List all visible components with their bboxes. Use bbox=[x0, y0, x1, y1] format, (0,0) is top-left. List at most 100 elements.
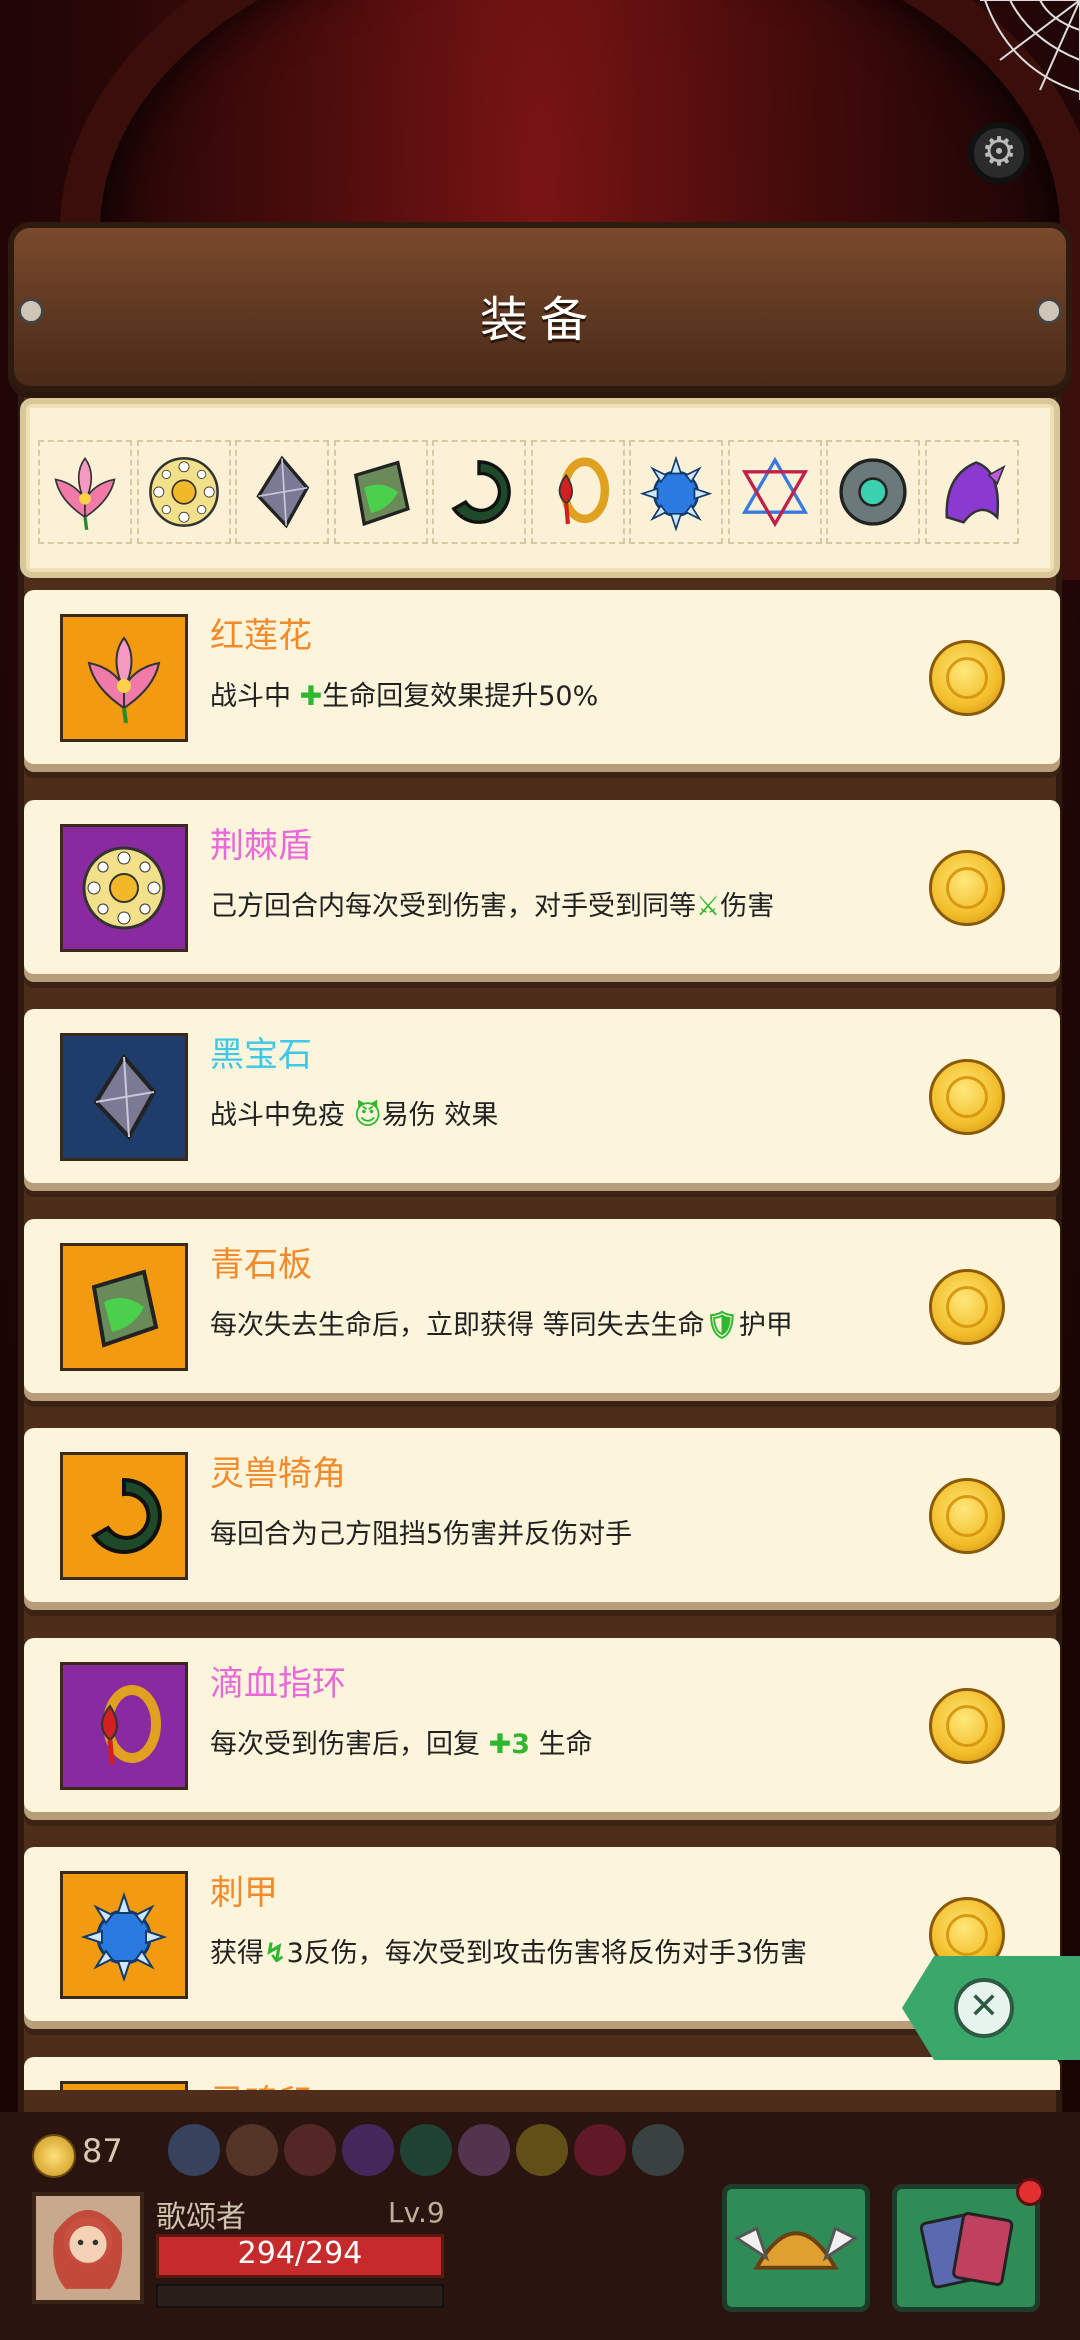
potion-icon[interactable] bbox=[632, 2124, 684, 2176]
list-item[interactable]: 灵魂印 bbox=[24, 2056, 1060, 2091]
equipment-description: 战斗中 ✚生命回复效果提升50% bbox=[210, 674, 598, 713]
mushroom-icon bbox=[458, 2124, 510, 2176]
equipment-description: 获得↯3反伤，每次受到攻击伤害将反伤对手3伤害 bbox=[210, 1931, 807, 1970]
desc-inline-icon: ⚔ bbox=[696, 890, 721, 922]
purple-hood-icon bbox=[945, 461, 1006, 524]
list-item[interactable]: 荆棘盾己方回合内每次受到伤害，对手受到同等⚔伤害 bbox=[24, 799, 1060, 976]
sell-coin-button[interactable] bbox=[929, 1268, 1005, 1345]
equipment-name: 红莲花 bbox=[210, 616, 312, 656]
cobweb-decoration bbox=[980, 0, 1080, 100]
strip-slot[interactable] bbox=[38, 440, 132, 544]
strip-slot[interactable] bbox=[136, 440, 231, 544]
settings-gear-icon[interactable]: ⚙ bbox=[968, 122, 1030, 184]
list-item[interactable]: 青石板 每次失去生命后，立即获得 等同失去生命🛡护甲 bbox=[24, 1218, 1060, 1395]
gold-coin-icon bbox=[32, 2134, 76, 2178]
strip-slot[interactable] bbox=[727, 440, 822, 544]
equipment-thumb bbox=[60, 1033, 188, 1161]
desc-text: 每回合为己方阻挡5伤害并反伤对手 bbox=[210, 1519, 633, 1550]
strip-slot[interactable] bbox=[333, 440, 428, 544]
sell-coin-button[interactable] bbox=[929, 1687, 1005, 1764]
equipment-name: 灵魂印 bbox=[210, 2075, 312, 2091]
spike-armor-icon bbox=[639, 455, 713, 532]
list-item[interactable]: 黑宝石战斗中免疫 😈易伤 效果 bbox=[24, 1009, 1060, 1185]
card-deck-button[interactable] bbox=[892, 2184, 1040, 2312]
desc-text: 伤害 bbox=[720, 890, 775, 922]
thorn-shield-icon bbox=[148, 457, 219, 527]
desc-inline-icon: ↯ bbox=[264, 1938, 287, 1969]
equipment-name: 刺甲 bbox=[210, 1873, 278, 1913]
list-item[interactable]: 红莲花战斗中 ✚生命回复效果提升50% bbox=[24, 590, 1060, 766]
equipment-name: 黑宝石 bbox=[210, 1035, 312, 1075]
cards-icon bbox=[919, 2212, 1014, 2289]
strip-slot[interactable] bbox=[924, 440, 1019, 544]
equipment-list[interactable]: 红莲花战斗中 ✚生命回复效果提升50% 荆棘盾己方回合内每次受到伤害，对手受到同等… bbox=[20, 590, 1060, 2090]
hp-text: 294/294 bbox=[237, 2236, 363, 2271]
equipment-description: 每次失去生命后，立即获得 等同失去生命🛡护甲 bbox=[210, 1303, 793, 1342]
blood-ring-icon bbox=[558, 457, 609, 525]
equipment-description: 每次受到伤害后，回复 ✚3 生命 bbox=[210, 1722, 593, 1761]
equipment-name: 滴血指环 bbox=[210, 1663, 346, 1704]
equipment-thumb bbox=[60, 614, 188, 742]
list-item[interactable]: 滴血指环每次受到伤害后，回复 ✚3 生命 bbox=[24, 1637, 1060, 1814]
sell-coin-button[interactable] bbox=[929, 1478, 1005, 1554]
desc-inline-icon: ✚3 bbox=[488, 1728, 531, 1760]
close-tab[interactable]: ✕ bbox=[902, 1956, 1080, 2060]
ring-icon bbox=[516, 2124, 568, 2176]
sell-coin-button[interactable] bbox=[929, 1059, 1005, 1135]
blood-ring-icon bbox=[101, 1684, 161, 1764]
gold-count: 87 bbox=[82, 2132, 123, 2170]
avatar[interactable] bbox=[32, 2192, 144, 2304]
notification-dot bbox=[1016, 2178, 1044, 2206]
deck-icon[interactable] bbox=[168, 2124, 220, 2176]
desc-text: 3反伤，每次受到攻击伤害将反伤对手3伤害 bbox=[286, 1938, 807, 1969]
desc-text: 己方回合内每次受到伤害，对手受到同等 bbox=[210, 890, 696, 922]
black-gem-icon bbox=[256, 455, 310, 529]
equipment-description: 战斗中免疫 😈易伤 效果 bbox=[210, 1093, 498, 1132]
status-icons-row bbox=[168, 2124, 688, 2184]
equipment-thumb bbox=[60, 823, 188, 952]
close-icon[interactable]: ✕ bbox=[954, 1978, 1014, 2038]
desc-text: 战斗中免疫 bbox=[210, 1100, 354, 1131]
player-name: 歌颂者 bbox=[156, 2200, 246, 2235]
equipment-thumb bbox=[60, 1661, 188, 1790]
desc-text: 易伤 效果 bbox=[381, 1100, 499, 1131]
desc-text: 每次失去生命后，立即获得 等同失去生命 bbox=[210, 1309, 705, 1341]
equipment-thumb bbox=[60, 1242, 188, 1371]
monster-icon bbox=[342, 2124, 394, 2176]
horn-icon bbox=[400, 2124, 452, 2176]
portrait-icon bbox=[53, 2209, 123, 2289]
equipment-description: 己方回合内每次受到伤害，对手受到同等⚔伤害 bbox=[210, 884, 774, 923]
sell-coin-button[interactable] bbox=[929, 640, 1005, 716]
desc-text: 护甲 bbox=[738, 1309, 793, 1341]
list-item[interactable]: 刺甲获得↯3反伤，每次受到攻击伤害将反伤对手3伤害 bbox=[24, 1847, 1060, 2023]
stone-disc-icon bbox=[839, 458, 907, 526]
desc-text: 生命回复效果提升50% bbox=[322, 681, 599, 712]
helmet-equipment-button[interactable] bbox=[722, 2184, 870, 2312]
hexagram-icon bbox=[741, 456, 808, 528]
beast-horn-icon bbox=[91, 1477, 162, 1554]
thorn-shield-icon bbox=[82, 846, 166, 929]
exp-bar bbox=[156, 2284, 444, 2308]
desc-text: 获得 bbox=[210, 1938, 264, 1969]
black-gem-icon bbox=[93, 1053, 157, 1141]
equipment-name: 灵兽犄角 bbox=[210, 1454, 346, 1494]
equipment-thumb bbox=[60, 1871, 188, 1999]
desc-text: 战斗中 bbox=[210, 681, 300, 712]
player-level: Lv.9 bbox=[388, 2196, 445, 2229]
equipment-thumb bbox=[60, 2080, 188, 2090]
desc-text: 每次受到伤害后，回复 bbox=[210, 1728, 489, 1760]
desc-inline-icon: 😈 bbox=[353, 1100, 382, 1131]
strip-slot[interactable] bbox=[629, 440, 723, 544]
equipment-thumb bbox=[60, 1452, 188, 1580]
sell-coin-button[interactable] bbox=[929, 849, 1005, 926]
strip-slot[interactable] bbox=[530, 440, 625, 544]
strip-slot[interactable] bbox=[826, 440, 920, 544]
red-lotus-icon bbox=[87, 636, 161, 724]
equipment-description: 每回合为己方阻挡5伤害并反伤对手 bbox=[210, 1512, 632, 1551]
green-slate-icon bbox=[91, 1268, 159, 1348]
red-lotus-icon bbox=[54, 456, 116, 531]
equipment-name: 荆棘盾 bbox=[210, 825, 312, 866]
list-item[interactable]: 灵兽犄角每回合为己方阻挡5伤害并反伤对手 bbox=[24, 1428, 1060, 1604]
strip-slot[interactable] bbox=[432, 440, 526, 544]
strip-slot[interactable] bbox=[235, 440, 329, 544]
